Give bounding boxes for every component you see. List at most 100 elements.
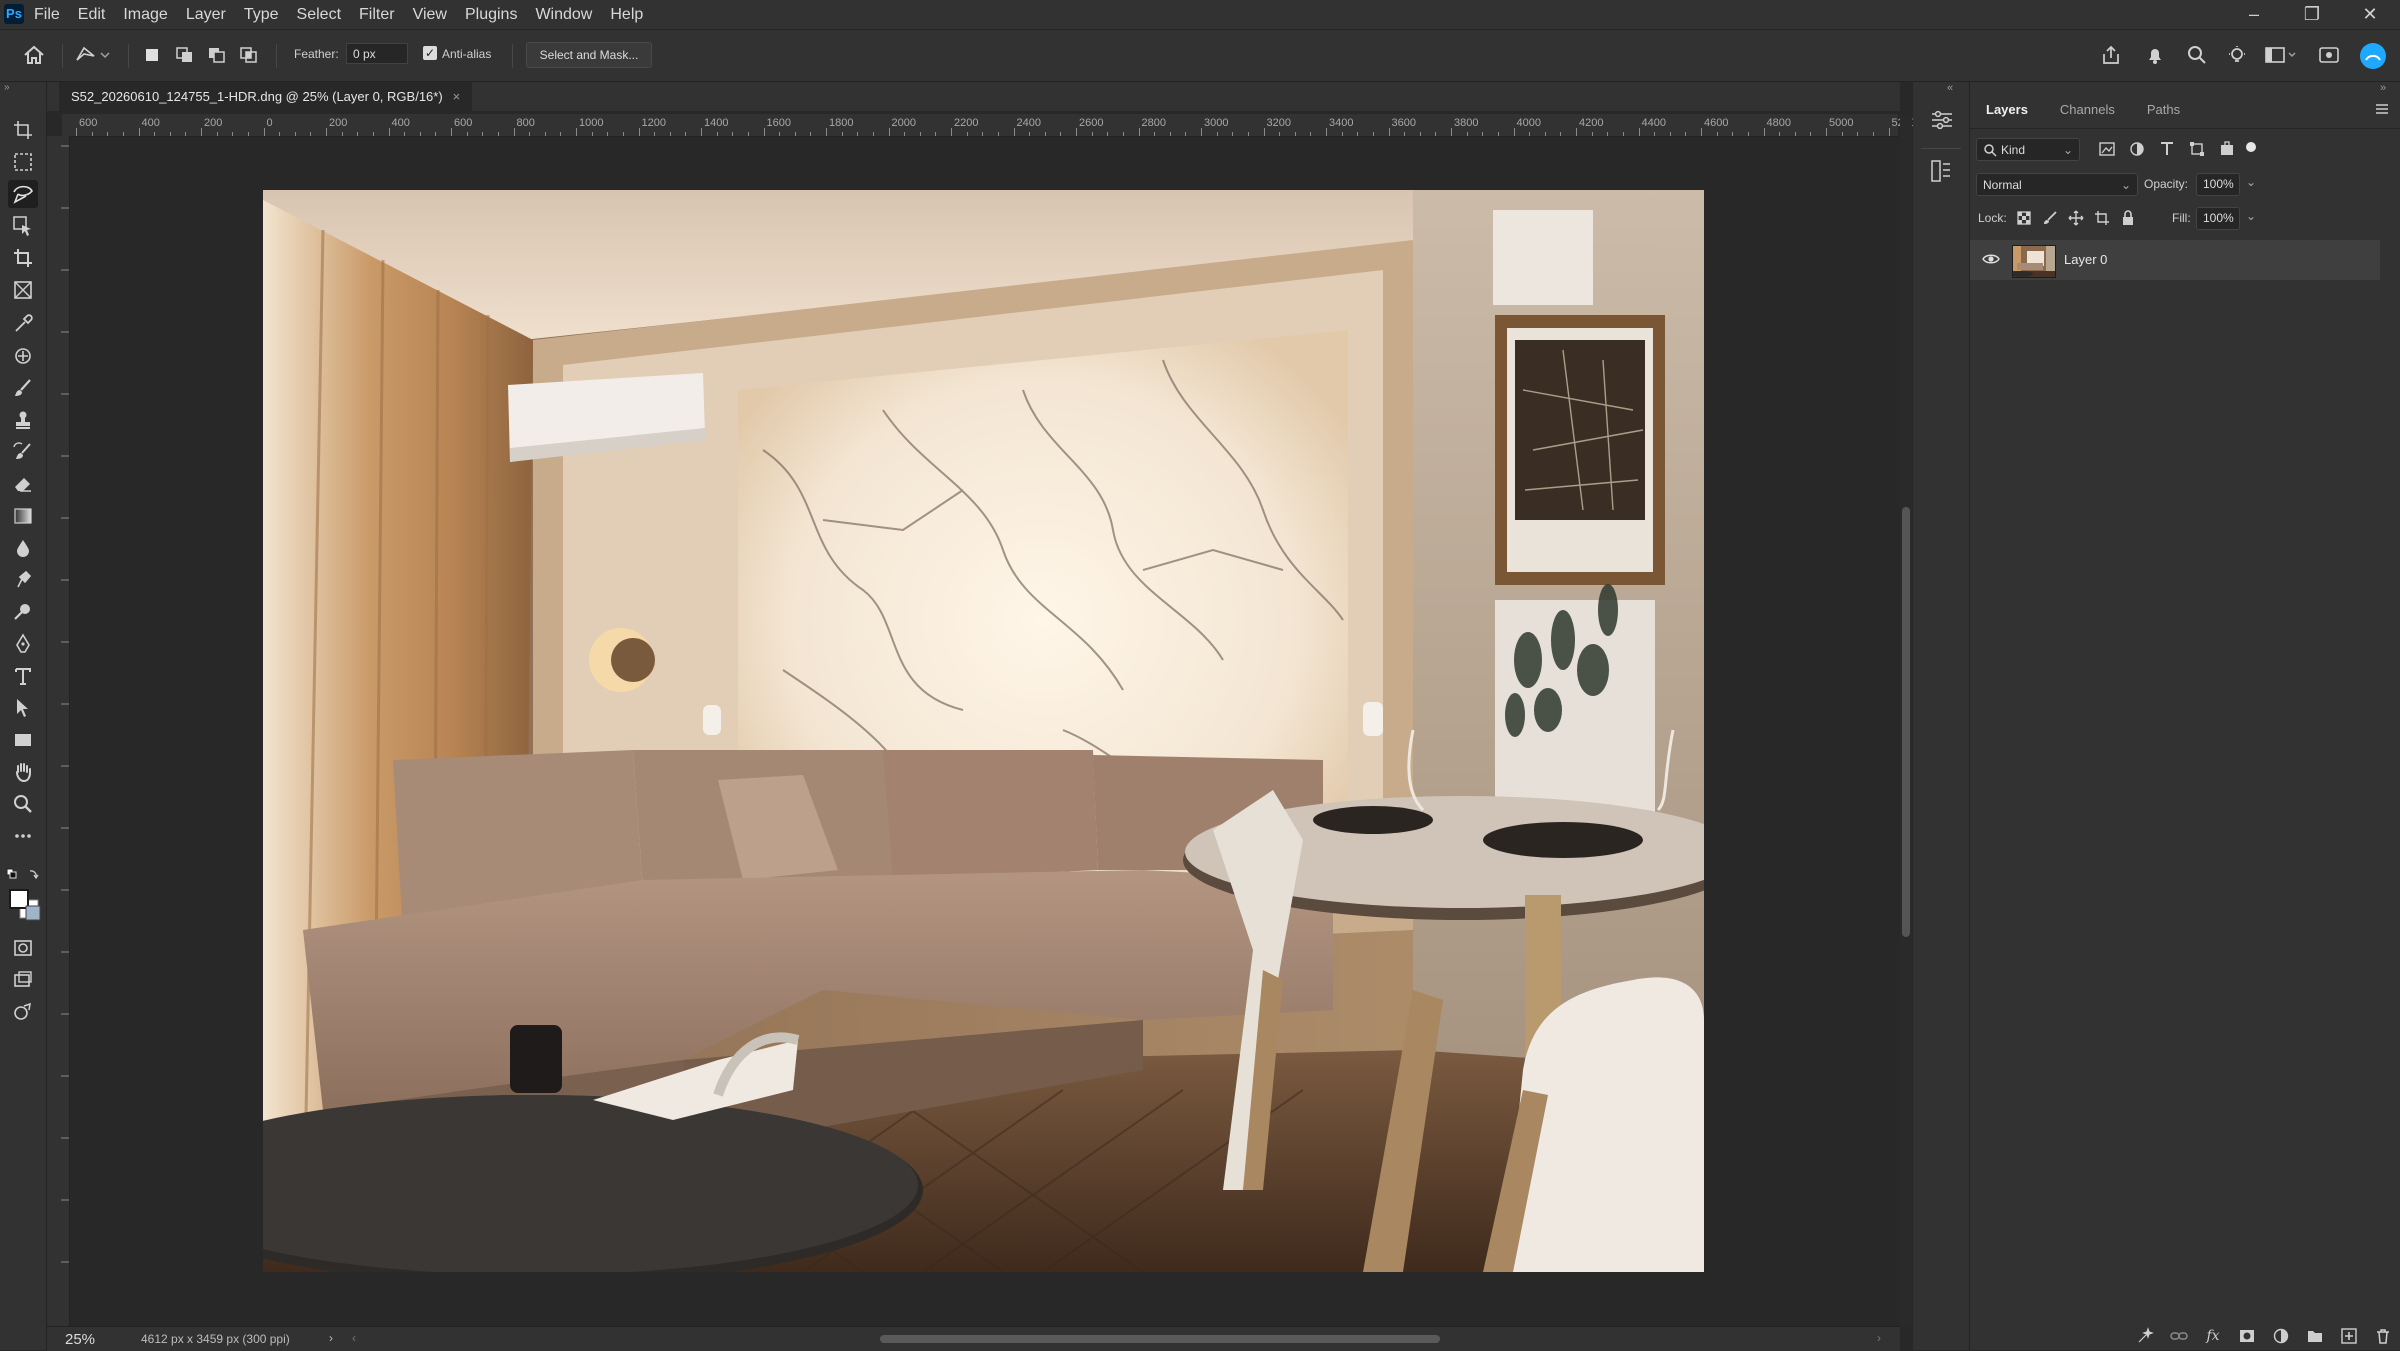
menu-plugins[interactable]: Plugins: [465, 6, 517, 24]
zoom-tool-icon[interactable]: [8, 790, 38, 818]
add-mask-icon[interactable]: [2230, 1322, 2264, 1350]
menu-type[interactable]: Type: [244, 6, 279, 24]
search-icon[interactable]: [2186, 44, 2208, 68]
menu-help[interactable]: Help: [610, 6, 643, 24]
hand-tool-icon[interactable]: [8, 758, 38, 786]
edit-toolbar-icon[interactable]: [8, 998, 38, 1026]
layer-row[interactable]: Layer 0: [1970, 240, 2380, 280]
clone-stamp-tool-icon[interactable]: [8, 406, 38, 434]
workspace-icon[interactable]: [2264, 44, 2300, 68]
home-icon[interactable]: [22, 44, 46, 68]
subtract-selection-icon[interactable]: [206, 44, 228, 68]
menu-edit[interactable]: Edit: [78, 6, 106, 24]
collapse-tools-icon[interactable]: »: [4, 82, 10, 93]
share-icon[interactable]: [2100, 44, 2122, 68]
healing-brush-tool-icon[interactable]: [8, 342, 38, 370]
tab-channels[interactable]: Channels: [2044, 96, 2131, 126]
new-selection-icon[interactable]: [142, 44, 162, 68]
rectangle-tool-icon[interactable]: [8, 726, 38, 754]
feather-input[interactable]: 0 px: [346, 43, 408, 64]
frame-tool-icon[interactable]: [8, 276, 38, 304]
chevron-down-icon[interactable]: ⌄: [2246, 175, 2256, 189]
tab-paths[interactable]: Paths: [2131, 96, 2196, 126]
lock-all-icon[interactable]: [2120, 210, 2136, 226]
panel-menu-icon[interactable]: [2374, 102, 2390, 116]
menu-view[interactable]: View: [413, 6, 447, 24]
horizontal-scrollbar[interactable]: [367, 1333, 1867, 1345]
user-avatar-icon[interactable]: [2358, 41, 2388, 69]
vertical-scrollbar[interactable]: [1900, 117, 1912, 1327]
cloud-docs-icon[interactable]: [2318, 44, 2340, 68]
new-layer-icon[interactable]: [2332, 1322, 2366, 1350]
anti-alias-checkbox[interactable]: ✓: [423, 46, 437, 60]
default-colors-icon[interactable]: [6, 868, 40, 882]
adjustment-layer-icon[interactable]: [2264, 1322, 2298, 1350]
lock-position-icon[interactable]: [2068, 210, 2084, 226]
select-and-mask-button[interactable]: Select and Mask...: [526, 42, 652, 68]
horizontal-scroll-thumb[interactable]: [880, 1335, 1440, 1343]
filter-adjustment-icon[interactable]: [2128, 140, 2146, 158]
add-selection-icon[interactable]: [174, 44, 196, 68]
brush-tool-icon[interactable]: [8, 374, 38, 402]
type-tool-icon[interactable]: [8, 662, 38, 690]
status-menu-chevron-icon[interactable]: ›: [329, 1331, 333, 1345]
properties-panel-icon[interactable]: [1929, 108, 1955, 132]
layer-style-fx-icon[interactable]: fx: [2196, 1322, 2230, 1350]
chevron-down-icon[interactable]: ⌄: [2246, 209, 2256, 223]
layer-filter-kind[interactable]: Kind ⌄: [1976, 138, 2080, 161]
filter-type-icon[interactable]: [2158, 140, 2176, 158]
menu-window[interactable]: Window: [535, 6, 592, 24]
history-brush-tool-icon[interactable]: [8, 438, 38, 466]
lasso-tool-icon[interactable]: [8, 180, 38, 208]
opacity-input[interactable]: 100%: [2196, 173, 2240, 196]
collapse-dock-icon[interactable]: «: [1947, 82, 1953, 94]
close-tab-icon[interactable]: ×: [453, 82, 461, 111]
filter-toggle-icon[interactable]: [2244, 140, 2258, 154]
zoom-level[interactable]: 25%: [65, 1331, 95, 1348]
filter-pixel-icon[interactable]: [2098, 140, 2116, 158]
intersect-selection-icon[interactable]: [238, 44, 260, 68]
vertical-scroll-thumb[interactable]: [1902, 507, 1910, 937]
fill-input[interactable]: 100%: [2196, 207, 2240, 230]
quick-mask-icon[interactable]: [8, 934, 38, 962]
document-image[interactable]: [263, 190, 1704, 1272]
minimize-button[interactable]: –: [2232, 2, 2276, 26]
lock-pixels-icon[interactable]: [2042, 210, 2058, 226]
smudge-tool-icon[interactable]: [8, 566, 38, 594]
dodge-tool-icon[interactable]: [8, 598, 38, 626]
lock-transparency-icon[interactable]: [2016, 210, 2032, 226]
filter-smart-object-icon[interactable]: [2218, 140, 2236, 158]
close-window-button[interactable]: ✕: [2348, 2, 2392, 26]
new-group-folder-icon[interactable]: [2298, 1322, 2332, 1350]
menu-image[interactable]: Image: [123, 6, 167, 24]
menu-layer[interactable]: Layer: [186, 6, 226, 24]
path-selection-tool-icon[interactable]: [8, 694, 38, 722]
layer-quick-actions-icon[interactable]: [2128, 1322, 2162, 1350]
pen-tool-icon[interactable]: [8, 630, 38, 658]
lasso-preset-icon[interactable]: [74, 44, 112, 68]
menu-filter[interactable]: Filter: [359, 6, 395, 24]
collapse-panel-icon[interactable]: »: [2380, 82, 2386, 94]
notifications-icon[interactable]: [2144, 44, 2166, 68]
delete-layer-icon[interactable]: [2366, 1322, 2400, 1350]
visibility-eye-icon[interactable]: [1982, 252, 2000, 266]
restore-button[interactable]: ❐: [2290, 2, 2334, 26]
marquee-tool-icon[interactable]: [8, 148, 38, 176]
lock-artboard-icon[interactable]: [2094, 210, 2110, 226]
blur-tool-icon[interactable]: [8, 534, 38, 562]
screen-mode-icon[interactable]: [8, 966, 38, 994]
scroll-right-icon[interactable]: ›: [1877, 1331, 1881, 1345]
tab-layers[interactable]: Layers: [1970, 96, 2044, 126]
document-tab[interactable]: S52_20260610_124755_1-HDR.dng @ 25% (Lay…: [59, 82, 473, 111]
crop-tool-icon[interactable]: [8, 244, 38, 272]
menu-file[interactable]: File: [34, 6, 60, 24]
filter-shape-icon[interactable]: [2188, 140, 2206, 158]
object-selection-tool-icon[interactable]: [8, 212, 38, 240]
color-swatches[interactable]: [8, 888, 42, 922]
discover-icon[interactable]: [2226, 44, 2248, 68]
adjustments-panel-icon[interactable]: [1929, 158, 1953, 184]
eraser-tool-icon[interactable]: [8, 470, 38, 498]
link-layers-icon[interactable]: [2162, 1322, 2196, 1350]
more-tools-icon[interactable]: [8, 822, 38, 850]
blend-mode-select[interactable]: Normal ⌄: [1976, 173, 2138, 196]
